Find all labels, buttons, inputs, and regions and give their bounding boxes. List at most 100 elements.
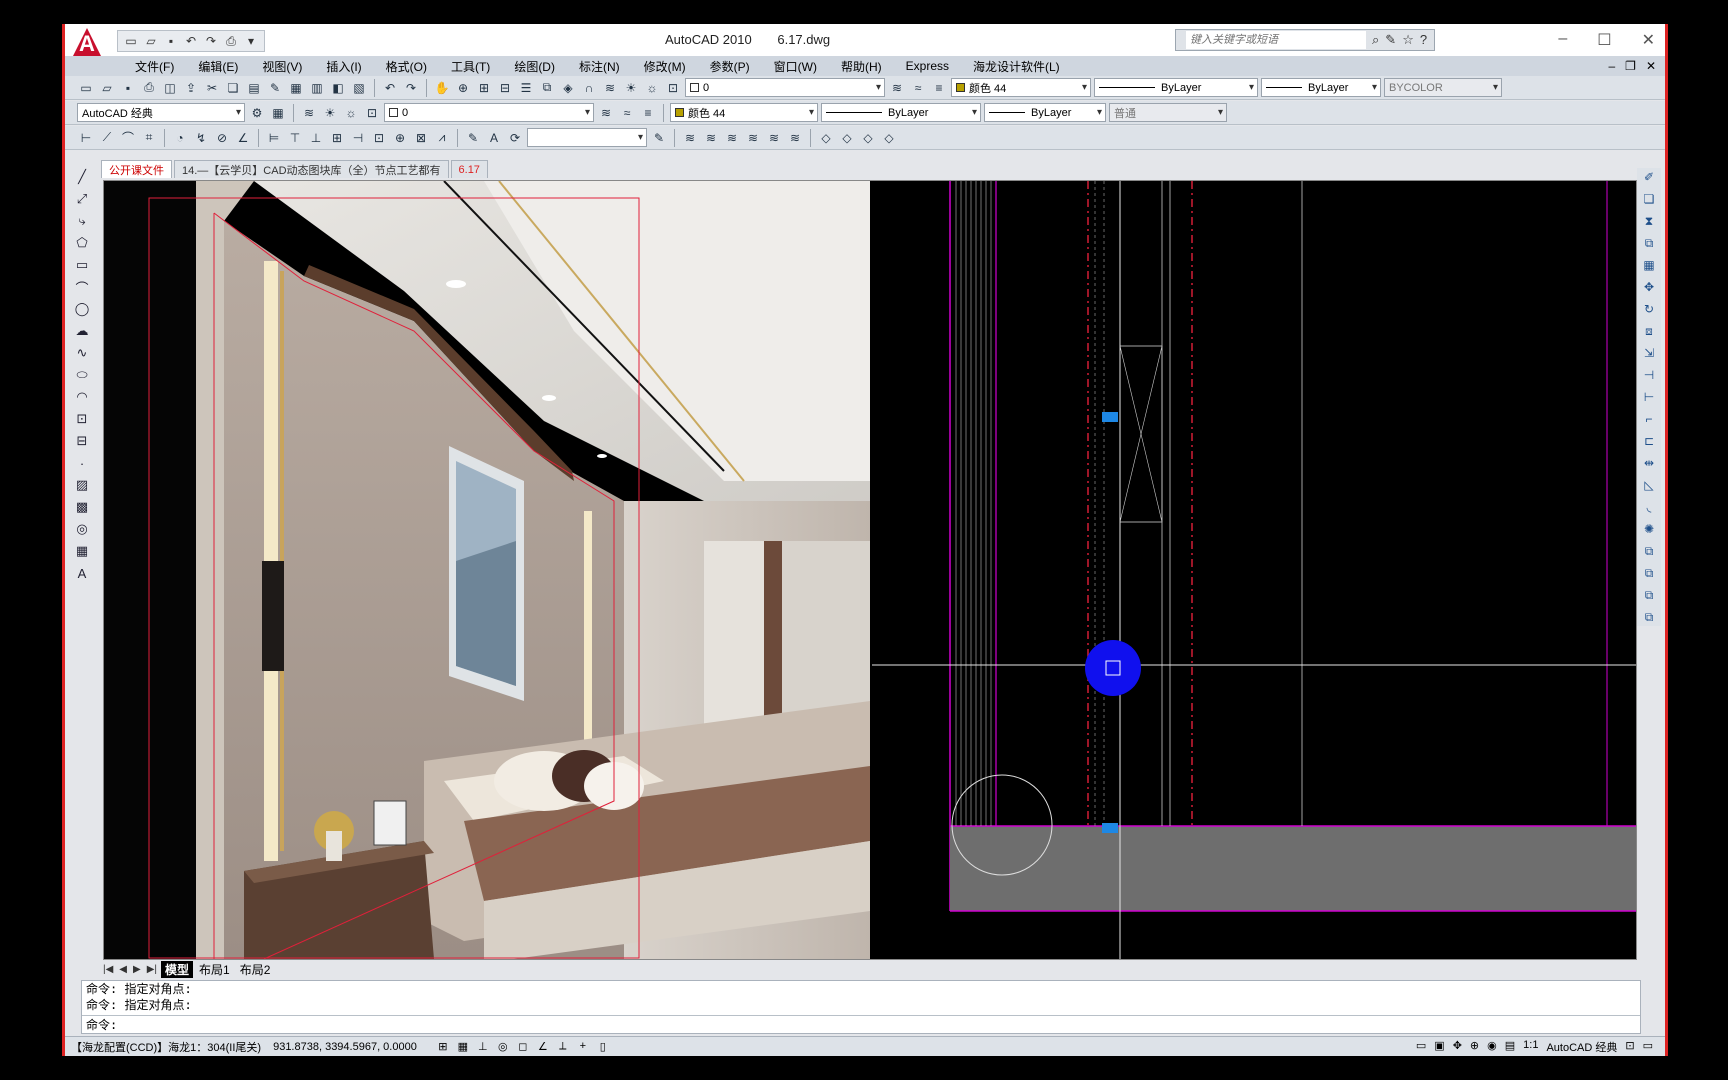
table-icon-left[interactable]: ▦: [73, 542, 91, 560]
gradient-icon[interactable]: ▩: [73, 498, 91, 516]
workspace-save-icon[interactable]: ▦: [269, 104, 287, 122]
aligned-dim-icon[interactable]: ⟋: [98, 129, 116, 147]
close-icon[interactable]: ✕: [1642, 30, 1655, 50]
layer-current-icon[interactable]: ≋: [597, 104, 615, 122]
toolbar-lock-icon[interactable]: ⊡: [1625, 1039, 1634, 1055]
circle-icon[interactable]: ◯: [73, 300, 91, 318]
pan-icon[interactable]: ✋: [433, 79, 451, 97]
ducs-icon[interactable]: ⟂: [555, 1040, 571, 1053]
erase-icon[interactable]: ✐: [1640, 168, 1658, 186]
menu-format[interactable]: 格式(O): [374, 58, 439, 75]
file-tab-block-library[interactable]: 14.—【云学贝】CAD动态图块库（全）节点工艺都有: [174, 160, 449, 178]
dim-text-edit-icon[interactable]: A: [485, 129, 503, 147]
layer-previous-icon[interactable]: ≈: [909, 79, 927, 97]
undo-icon[interactable]: ↶: [381, 79, 399, 97]
layer-state-icon[interactable]: ≡: [930, 79, 948, 97]
layer-manager-icon[interactable]: ≋: [601, 79, 619, 97]
paste-icon[interactable]: ▤: [245, 79, 263, 97]
redo-icon[interactable]: ↷: [202, 33, 220, 49]
plot-icon[interactable]: ⎙: [140, 79, 158, 97]
trim-icon[interactable]: ⊣: [1640, 366, 1658, 384]
stretch-icon[interactable]: ⇲: [1640, 344, 1658, 362]
save-icon[interactable]: ▪: [162, 33, 180, 49]
array-icon[interactable]: ▦: [1640, 256, 1658, 274]
doc-minimize-icon[interactable]: –: [1605, 59, 1618, 73]
open-icon[interactable]: ▱: [98, 79, 116, 97]
layer-freeze-icon[interactable]: ☼: [342, 104, 360, 122]
make-block-icon[interactable]: ⊟: [73, 432, 91, 450]
extend-icon[interactable]: ⊢: [1640, 388, 1658, 406]
revcloud-icon[interactable]: ☁: [73, 322, 91, 340]
design-center-icon[interactable]: ◧: [329, 79, 347, 97]
dim-edit-icon[interactable]: ✎: [464, 129, 482, 147]
hatch-icon[interactable]: ▨: [73, 476, 91, 494]
drawing-canvas[interactable]: [103, 180, 1637, 960]
menu-tools[interactable]: 工具(T): [439, 58, 502, 75]
ortho-icon[interactable]: ⊥: [475, 1040, 491, 1053]
explode-icon[interactable]: ✺: [1640, 520, 1658, 538]
workspace-dropdown[interactable]: AutoCAD 经典: [77, 103, 245, 122]
layer-lock-icon[interactable]: ⊡: [363, 104, 381, 122]
layer-tool-8-icon[interactable]: ◇: [838, 129, 856, 147]
break-point-icon[interactable]: ⌐: [1640, 410, 1658, 428]
snap-icon[interactable]: ⊞: [435, 1040, 451, 1053]
workspace-settings-icon[interactable]: ⚙: [248, 104, 266, 122]
point-icon[interactable]: ·: [73, 454, 91, 472]
layer-dropdown[interactable]: 0: [685, 78, 885, 97]
annotation-scale[interactable]: 1:1: [1523, 1039, 1538, 1055]
coordinate-readout[interactable]: 931.8738, 3394.5967, 0.0000: [273, 1041, 417, 1053]
menu-modify[interactable]: 修改(M): [632, 58, 698, 75]
layer-dropdown-2[interactable]: 0: [384, 103, 594, 122]
draworder-under-icon[interactable]: ⧉: [1640, 608, 1658, 626]
lwt-icon[interactable]: ▯: [595, 1040, 611, 1053]
layout-icon[interactable]: ▣: [1434, 1039, 1444, 1055]
magnet-icon[interactable]: ∩: [580, 79, 598, 97]
make-current-layer-icon[interactable]: ≋: [888, 79, 906, 97]
scale-icon[interactable]: ⧈: [1640, 322, 1658, 340]
layout-next-icon[interactable]: ▶: [131, 964, 143, 975]
ellipse-icon[interactable]: ⬭: [73, 366, 91, 384]
linear-dim-icon[interactable]: ⊢: [77, 129, 95, 147]
diameter-dim-icon[interactable]: ⊘: [213, 129, 231, 147]
sun-icon[interactable]: ☼: [643, 79, 661, 97]
menu-draw[interactable]: 绘图(D): [502, 58, 567, 75]
polygon-icon[interactable]: ⬠: [73, 234, 91, 252]
favorites-icon[interactable]: ☆: [1402, 32, 1414, 48]
mirror-icon[interactable]: ⧗: [1640, 212, 1658, 230]
tolerance-icon[interactable]: ⊡: [370, 129, 388, 147]
dim-update-icon[interactable]: ⟳: [506, 129, 524, 147]
new-file-icon[interactable]: ▭: [122, 33, 140, 49]
chamfer-icon[interactable]: ◺: [1640, 476, 1658, 494]
grid-icon[interactable]: ▦: [455, 1040, 471, 1053]
communication-icon[interactable]: ✎: [1385, 32, 1396, 48]
properties-icon[interactable]: ☰: [517, 79, 535, 97]
qnew-icon[interactable]: ▭: [77, 79, 95, 97]
pan-status-icon[interactable]: ✥: [1453, 1039, 1462, 1055]
menu-view[interactable]: 视图(V): [250, 58, 314, 75]
zoom-previous-icon[interactable]: ⊟: [496, 79, 514, 97]
rotate-icon[interactable]: ↻: [1640, 300, 1658, 318]
layout-last-icon[interactable]: ▶|: [145, 964, 159, 975]
menu-insert[interactable]: 插入(I): [314, 58, 373, 75]
dim-style-icon[interactable]: ✎: [650, 129, 668, 147]
block-editor-icon[interactable]: ▦: [287, 79, 305, 97]
redo-icon[interactable]: ↷: [402, 79, 420, 97]
menu-window[interactable]: 窗口(W): [762, 58, 829, 75]
layer-properties-icon[interactable]: ≋: [300, 104, 318, 122]
insert-block-icon[interactable]: ⊡: [73, 410, 91, 428]
polar-icon[interactable]: ◎: [495, 1040, 511, 1053]
offset-icon[interactable]: ⧉: [1640, 234, 1658, 252]
layer-tool-3-icon[interactable]: ≋: [723, 129, 741, 147]
break-icon[interactable]: ⊏: [1640, 432, 1658, 450]
publish-icon[interactable]: ⇪: [182, 79, 200, 97]
spline-icon[interactable]: ∿: [73, 344, 91, 362]
menu-parametric[interactable]: 参数(P): [698, 58, 762, 75]
clean-screen-icon[interactable]: ▭: [1643, 1039, 1653, 1055]
rectangle-icon[interactable]: ▭: [73, 256, 91, 274]
tool-palette-icon[interactable]: ▧: [350, 79, 368, 97]
quick-dim-icon[interactable]: ⊨: [265, 129, 283, 147]
command-input[interactable]: [117, 1016, 1640, 1033]
menu-help[interactable]: 帮助(H): [829, 58, 894, 75]
file-tab-public[interactable]: 公开课文件: [101, 160, 172, 178]
fillet-icon[interactable]: ◟: [1640, 498, 1658, 516]
